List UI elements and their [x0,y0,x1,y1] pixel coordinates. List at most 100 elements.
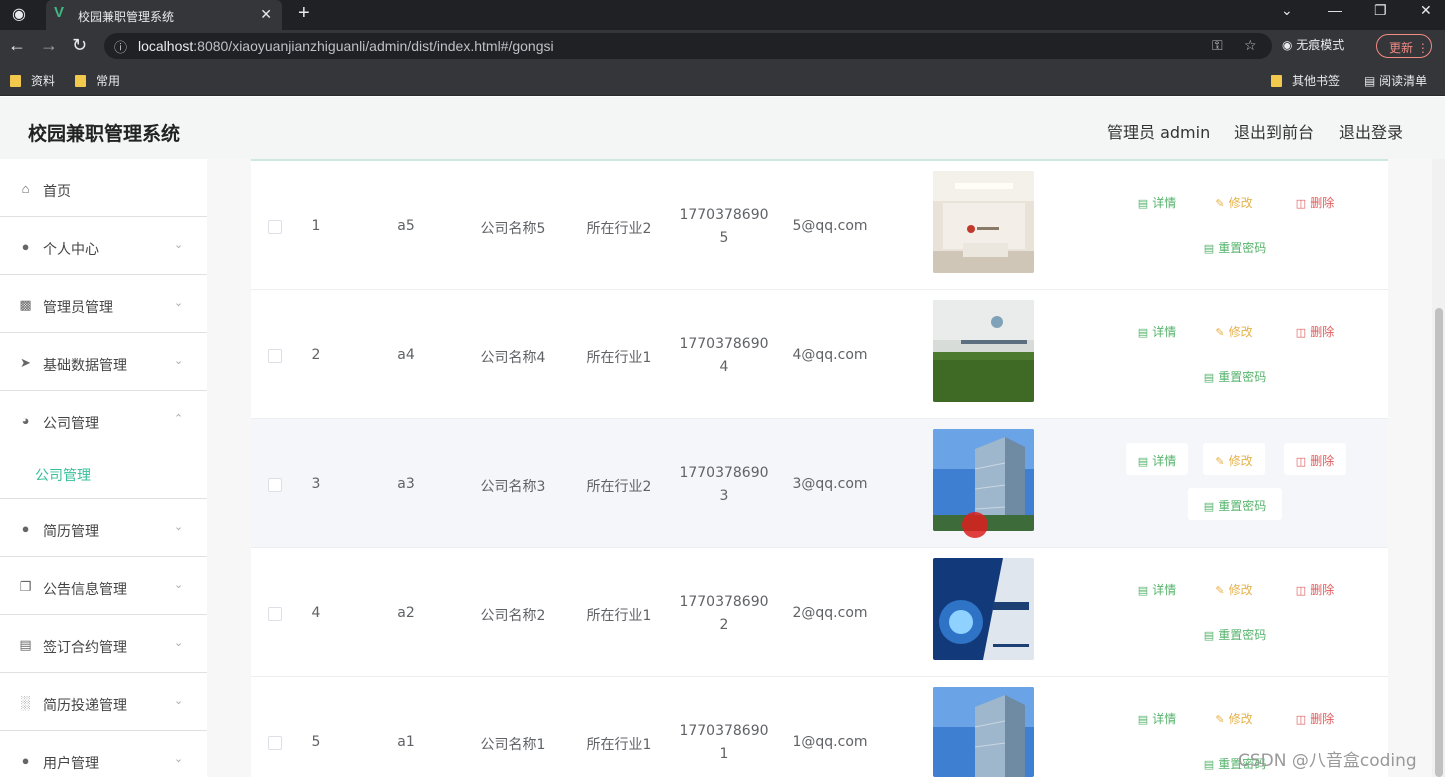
company-photo-brochure [933,558,1034,660]
update-button[interactable]: 更新 ⋮ [1376,34,1432,58]
company-photo-lobby [933,171,1034,273]
company-photo-tower [933,687,1034,777]
sidebar-item-admin-management[interactable]: ▩ 管理员管理 ⌄ [0,275,207,333]
key-icon[interactable]: ⚿ [1212,37,1223,54]
app-header: 校园兼职管理系统 管理员 admin 退出到前台 退出登录 [0,97,1445,159]
phone-line-1: 1770378690 [679,207,769,223]
row-checkbox[interactable] [268,736,282,750]
delete-label: 删除 [1310,325,1335,339]
sidebar-item-label: 简历投递管理 [43,698,127,714]
edit-button[interactable]: ✎ 修改 [1203,701,1265,733]
bookmarks-bar: 资料 常用 其他书签 ▤ 阅读清单 [0,62,1445,96]
phone-cell: 1770378690 5 [679,204,769,250]
row-checkbox[interactable] [268,220,282,234]
sidebar-item-resume-management[interactable]: ● 简历管理 ⌄ [0,499,207,557]
chevron-down-icon: ⌄ [174,355,184,367]
delete-button[interactable]: ◫ 删除 [1284,572,1346,604]
detail-button[interactable]: ▤ 详情 [1126,443,1188,475]
email-cell: 4@qq.com [792,347,868,363]
account-cell: a5 [397,218,415,234]
detail-button[interactable]: ▤ 详情 [1126,314,1188,346]
sidebar-item-personal-center[interactable]: ● 个人中心 ⌄ [0,217,207,275]
back-icon[interactable]: ← [8,35,26,56]
reading-list[interactable]: ▤ 阅读清单 [1364,72,1427,89]
restore-icon[interactable]: ❐ [1374,2,1387,19]
table-row: 3 a3 公司名称3 所在行业2 1770378690 3 3@qq.com ▤ 详… [251,419,1388,548]
edit-button[interactable]: ✎ 修改 [1203,185,1265,217]
company-name-cell: 公司名称3 [480,479,546,495]
row-checkbox[interactable] [268,478,282,492]
bookmark-folder-2[interactable]: 常用 [75,72,120,89]
bookmark-folder-1[interactable]: 资料 [10,72,55,89]
url-field[interactable]: ⓘ localhost:8080/xiaoyuanjianzhiguanli/a… [104,33,1272,59]
bookmark-label: 资料 [31,74,56,88]
tab-search-chevron-icon[interactable]: ⌄ [1281,2,1293,19]
tab-close-icon[interactable]: ✕ [260,6,272,23]
reset-password-button[interactable]: ▤ 重置密码 [1188,230,1282,262]
delete-label: 删除 [1310,583,1335,597]
index-cell: 2 [311,347,321,363]
reset-password-button[interactable]: ▤ 重置密码 [1188,617,1282,649]
row-checkbox[interactable] [268,607,282,621]
company-name-cell: 公司名称4 [480,350,546,366]
sidebar-item-basic-data[interactable]: ➤ 基础数据管理 ⌄ [0,333,207,391]
browser-tab[interactable]: V 校园兼职管理系统 ✕ [46,0,282,30]
sidebar-item-label: 基础数据管理 [43,358,127,374]
new-tab-icon[interactable]: + [298,2,310,25]
tab-title: 校园兼职管理系统 [78,10,175,24]
row-checkbox[interactable] [268,349,282,363]
reset-password-button[interactable]: ▤ 重置密码 [1188,488,1282,520]
logout-link[interactable]: 退出登录 [1339,119,1403,143]
delete-button[interactable]: ◫ 删除 [1284,443,1346,475]
sidebar-item-resume-delivery[interactable]: ░ 简历投递管理 ⌄ [0,673,207,731]
detail-button[interactable]: ▤ 详情 [1126,185,1188,217]
copy-icon: ❐ [19,579,32,594]
phone-line-2: 5 [719,230,729,246]
sidebar-item-announcement[interactable]: ❐ 公告信息管理 ⌄ [0,557,207,615]
phone-line-1: 1770378690 [679,336,769,352]
edit-icon: ✎ [1215,584,1225,597]
other-bookmarks[interactable]: 其他书签 [1271,72,1340,89]
incognito-label: 无痕模式 [1296,38,1345,52]
detail-button[interactable]: ▤ 详情 [1126,572,1188,604]
index-cell: 5 [311,734,321,750]
sidebar-item-contract[interactable]: ▤ 签订合约管理 ⌄ [0,615,207,673]
reset-password-label: 重置密码 [1218,628,1267,642]
edit-button[interactable]: ✎ 修改 [1203,572,1265,604]
window-close-icon[interactable]: ✕ [1420,2,1432,19]
phone-line-2: 2 [719,617,729,633]
delete-button[interactable]: ◫ 删除 [1284,314,1346,346]
sidebar-item-label: 公司管理 [43,416,99,432]
sidebar: ⌂ 首页 ● 个人中心 ⌄ ▩ 管理员管理 ⌄ ➤ 基础数据管理 ⌄ ◕ 公司管… [0,159,207,777]
sidebar-item-home[interactable]: ⌂ 首页 [0,159,207,217]
reset-password-button[interactable]: ▤ 重置密码 [1188,359,1282,391]
url-path: :8080/xiaoyuanjianzhiguanli/admin/dist/i… [193,38,554,54]
account-cell: a3 [397,476,415,492]
industry-cell: 所在行业2 [586,221,652,237]
trash-icon: ◫ [1295,455,1307,468]
table-row: 2 a4 公司名称4 所在行业1 1770378690 4 4@qq.com ▤ 详… [251,290,1388,419]
chevron-down-icon: ⌄ [174,637,184,649]
exit-to-front-link[interactable]: 退出到前台 [1234,119,1314,143]
reload-icon[interactable]: ↻ [72,35,87,56]
edit-button[interactable]: ✎ 修改 [1203,443,1265,475]
industry-cell: 所在行业1 [586,350,652,366]
incognito-indicator[interactable]: ◉ 无痕模式 [1282,36,1344,53]
sidebar-item-user-management[interactable]: ● 用户管理 ⌄ [0,731,207,777]
address-bar: ← → ↻ ⓘ localhost:8080/xiaoyuanjianzhigu… [0,30,1445,62]
sidebar-item-company-management[interactable]: ◕ 公司管理 ⌃ [0,391,207,449]
detail-button[interactable]: ▤ 详情 [1126,701,1188,733]
forward-icon[interactable]: → [40,35,58,56]
email-cell: 3@qq.com [792,476,868,492]
submenu-company-management[interactable]: 公司管理 [0,449,207,499]
user-icon: ● [21,521,30,536]
edit-button[interactable]: ✎ 修改 [1203,314,1265,346]
sidebar-item-label: 签订合约管理 [43,640,127,656]
star-icon[interactable]: ☆ [1244,37,1257,54]
site-info-icon[interactable]: ⓘ [114,37,127,56]
scrollbar-thumb[interactable] [1435,308,1443,777]
detail-label: 详情 [1152,196,1177,210]
minimize-icon[interactable]: — [1328,2,1342,18]
delete-button[interactable]: ◫ 删除 [1284,185,1346,217]
delete-button[interactable]: ◫ 删除 [1284,701,1346,733]
